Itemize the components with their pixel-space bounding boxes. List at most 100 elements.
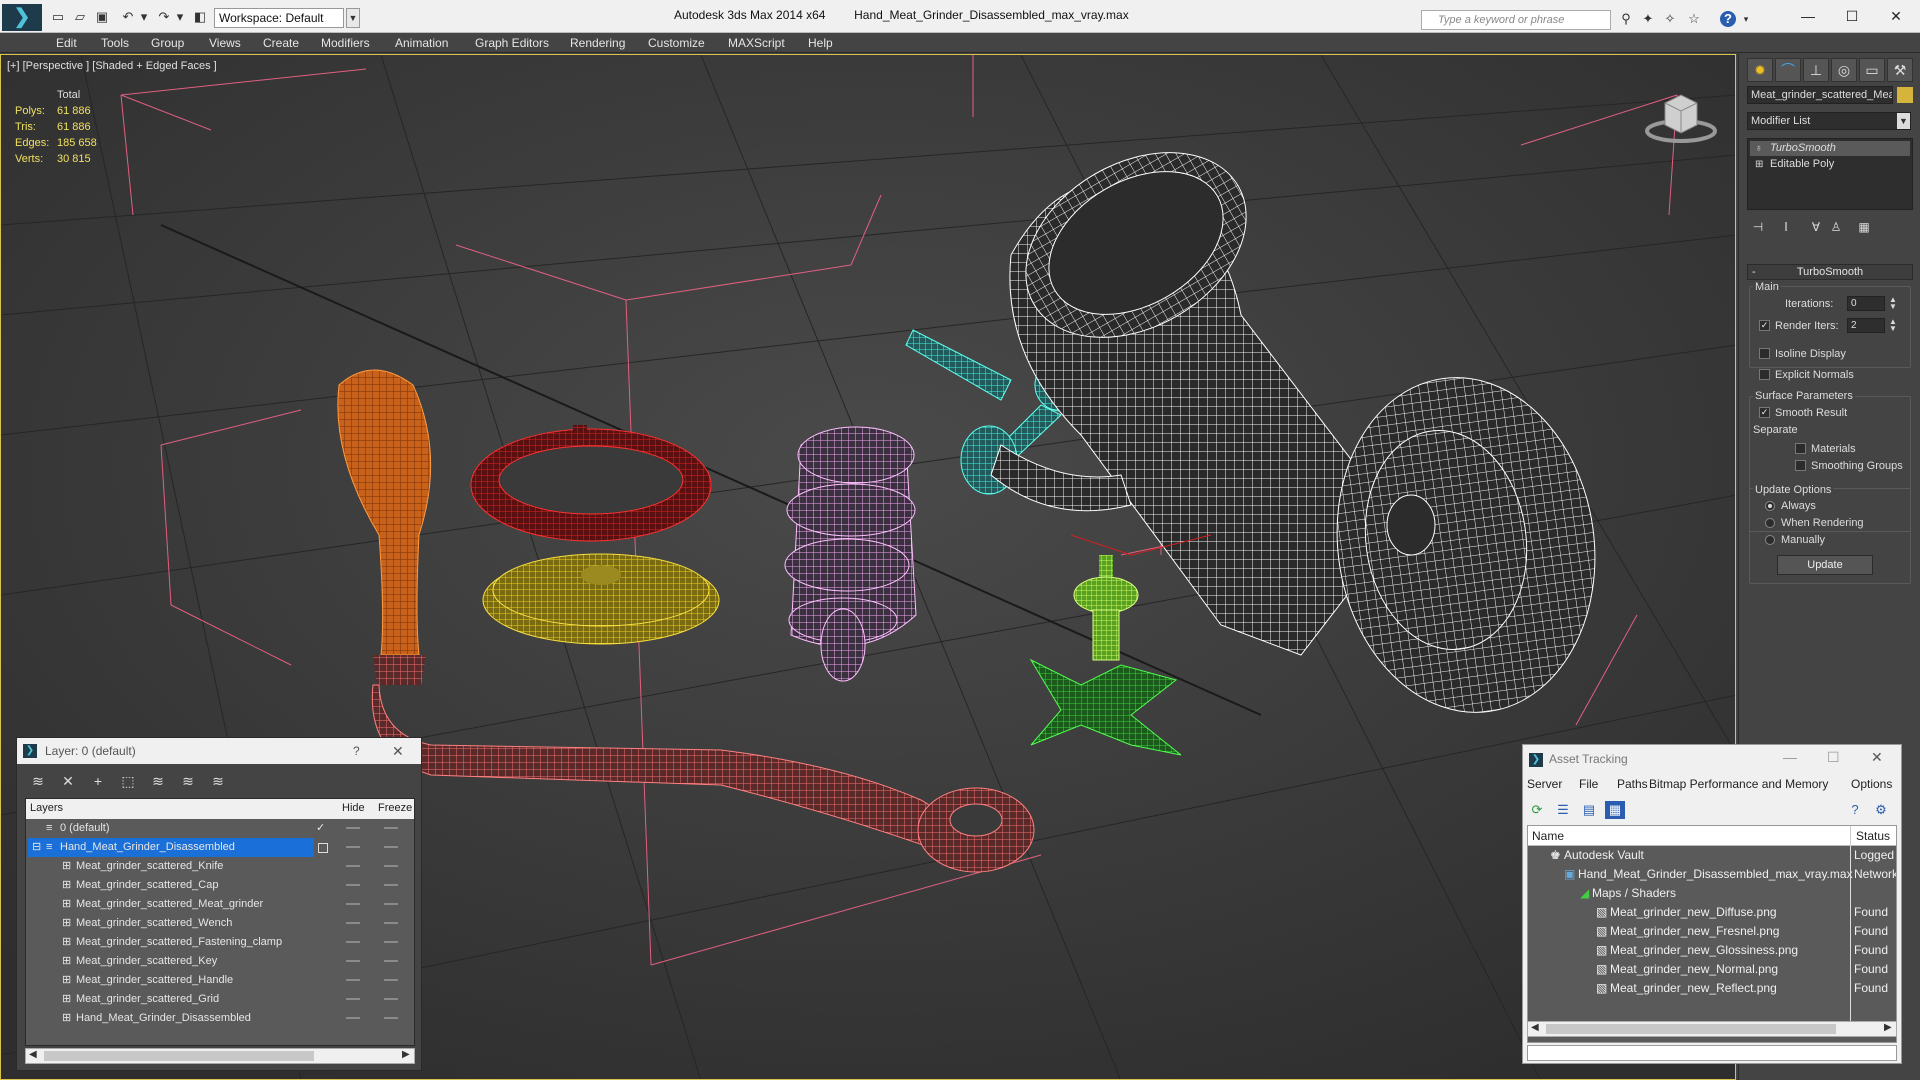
explicit-normals-checkbox[interactable] <box>1759 369 1770 380</box>
close-icon[interactable]: ✕ <box>1871 749 1883 766</box>
menu-file[interactable]: File <box>1579 777 1598 791</box>
menu-animation[interactable]: Animation <box>395 36 448 50</box>
manually-radio[interactable] <box>1765 535 1775 545</box>
column-freeze[interactable]: Freeze <box>378 802 412 814</box>
tree-view-icon[interactable]: ▤ <box>1579 801 1599 819</box>
asset-row[interactable]: ▧ Meat_grinder_new_Normal.png Found <box>1528 960 1896 979</box>
asset-row[interactable]: ▧ Meat_grinder_new_Glossiness.png Found <box>1528 941 1896 960</box>
modify-tab-icon[interactable]: ⌒ <box>1775 58 1801 82</box>
menu-bitmap-performance[interactable]: Bitmap Performance and Memory <box>1649 777 1828 791</box>
layer-horizontal-scrollbar[interactable]: ◀ ▶ <box>25 1048 415 1064</box>
app-logo-icon[interactable]: ❯ <box>2 4 42 31</box>
scroll-right-icon[interactable]: ▶ <box>402 1049 410 1060</box>
subscription-icon[interactable]: ✦ <box>1640 11 1656 27</box>
maximize-icon[interactable]: ☐ <box>1832 4 1872 28</box>
always-radio[interactable] <box>1765 501 1775 511</box>
expand-plus-icon[interactable]: ⊞ <box>1755 157 1763 172</box>
column-layers[interactable]: Layers <box>30 802 63 814</box>
isoline-display-checkbox[interactable] <box>1759 348 1770 359</box>
layer-row[interactable]: ⊞ Meat_grinder_scattered_Grid <box>26 990 414 1009</box>
column-status[interactable]: Status <box>1856 829 1890 843</box>
layer-row[interactable]: ⊞ Meat_grinder_scattered_Fastening_clamp <box>26 933 414 952</box>
hide-toggle[interactable] <box>346 846 360 848</box>
highlight-layer-icon[interactable]: ≋ <box>147 771 169 791</box>
layer-row[interactable]: ⊞ Meat_grinder_scattered_Handle <box>26 971 414 990</box>
menu-tools[interactable]: Tools <box>101 36 129 50</box>
select-objects-icon[interactable]: ⬚ <box>117 771 139 791</box>
menu-rendering[interactable]: Rendering <box>570 36 625 50</box>
redo-dropdown-icon[interactable]: ▾ <box>172 9 188 25</box>
redo-icon[interactable]: ↷ <box>156 9 172 25</box>
freeze-toggle[interactable] <box>384 941 398 943</box>
asset-path-field[interactable] <box>1527 1045 1897 1061</box>
motion-tab-icon[interactable]: ◎ <box>1831 58 1857 82</box>
collapse-minus-icon[interactable]: ⊟ <box>32 838 41 857</box>
help-dropdown-icon[interactable]: ▾ <box>1738 11 1754 27</box>
menu-options[interactable]: Options <box>1851 777 1892 791</box>
layer-row[interactable]: ≡ 0 (default) ✓ <box>26 819 414 838</box>
close-icon[interactable]: ✕ <box>1876 4 1916 28</box>
undo-icon[interactable]: ↶ <box>120 9 136 25</box>
freeze-toggle[interactable] <box>384 960 398 962</box>
settings-icon[interactable]: ⚙ <box>1871 801 1891 819</box>
menu-group[interactable]: Group <box>151 36 184 50</box>
hide-all-icon[interactable]: ≋ <box>177 771 199 791</box>
viewcube-icon[interactable] <box>1641 85 1721 145</box>
menu-server[interactable]: Server <box>1527 777 1562 791</box>
configure-sets-icon[interactable]: ▦ <box>1855 218 1873 236</box>
scroll-thumb[interactable] <box>1546 1024 1836 1034</box>
set-current-box[interactable] <box>318 843 328 853</box>
menu-modifiers[interactable]: Modifiers <box>321 36 370 50</box>
layer-row[interactable]: ⊞ Meat_grinder_scattered_Wench <box>26 914 414 933</box>
hide-toggle[interactable] <box>346 865 360 867</box>
list-view-icon[interactable]: ☰ <box>1553 801 1573 819</box>
menu-paths[interactable]: Paths <box>1617 777 1648 791</box>
new-file-icon[interactable]: ▭ <box>50 9 66 25</box>
open-file-icon[interactable]: ▱ <box>72 9 88 25</box>
close-icon[interactable]: ✕ <box>392 738 404 764</box>
hide-toggle[interactable] <box>346 998 360 1000</box>
help-icon[interactable]: ? <box>1845 801 1865 819</box>
layer-row[interactable]: ⊞ Meat_grinder_scattered_Cap <box>26 876 414 895</box>
smooth-result-checkbox[interactable]: ✓ <box>1759 407 1770 418</box>
modifier-list-dropdown[interactable]: Modifier List <box>1747 112 1911 130</box>
object-color-swatch[interactable] <box>1897 87 1913 103</box>
menu-help[interactable]: Help <box>808 36 833 50</box>
asset-row[interactable]: ▧ Meat_grinder_new_Fresnel.png Found <box>1528 922 1896 941</box>
utilities-tab-icon[interactable]: ⚒ <box>1887 58 1913 82</box>
smoothing-groups-checkbox[interactable] <box>1795 460 1806 471</box>
maximize-icon[interactable]: ☐ <box>1827 749 1840 766</box>
layer-row[interactable]: ⊞ Meat_grinder_scattered_Knife <box>26 857 414 876</box>
asset-row[interactable]: ▧ Meat_grinder_new_Diffuse.png Found <box>1528 903 1896 922</box>
chevron-down-icon[interactable]: ▼ <box>346 8 360 28</box>
layer-row[interactable]: ⊞ Hand_Meat_Grinder_Disassembled <box>26 1009 414 1028</box>
menu-graph-editors[interactable]: Graph Editors <box>475 36 549 50</box>
layers-icon[interactable]: ≋ <box>27 771 49 791</box>
freeze-toggle[interactable] <box>384 865 398 867</box>
freeze-toggle[interactable] <box>384 979 398 981</box>
refresh-icon[interactable]: ⟳ <box>1527 801 1547 819</box>
update-button[interactable]: Update <box>1777 555 1873 575</box>
show-end-result-icon[interactable]: Ⅰ <box>1777 218 1795 236</box>
table-view-icon[interactable]: ▦ <box>1605 801 1625 819</box>
freeze-all-icon[interactable]: ≋ <box>207 771 229 791</box>
menu-views[interactable]: Views <box>209 36 241 50</box>
communication-icon[interactable]: ✧ <box>1662 11 1678 27</box>
render-iters-checkbox[interactable]: ✓ <box>1759 320 1770 331</box>
freeze-toggle[interactable] <box>384 846 398 848</box>
project-folder-icon[interactable]: ◧ <box>192 9 208 25</box>
object-name-field[interactable]: Meat_grinder_scattered_Meat <box>1747 86 1893 104</box>
create-tab-icon[interactable]: ✹ <box>1747 58 1773 82</box>
iterations-spinner[interactable]: 0 <box>1847 296 1885 311</box>
column-name[interactable]: Name <box>1532 829 1564 843</box>
menu-create[interactable]: Create <box>263 36 299 50</box>
scroll-left-icon[interactable]: ◀ <box>1531 1022 1539 1033</box>
scroll-left-icon[interactable]: ◀ <box>29 1049 37 1060</box>
help-button[interactable]: ? <box>353 738 360 764</box>
pin-stack-icon[interactable]: ⊣ <box>1749 218 1767 236</box>
freeze-toggle[interactable] <box>384 903 398 905</box>
asset-row[interactable]: ▣ Hand_Meat_Grinder_Disassembled_max_vra… <box>1528 865 1896 884</box>
minimize-icon[interactable]: — <box>1783 749 1797 765</box>
materials-checkbox[interactable] <box>1795 443 1806 454</box>
hierarchy-tab-icon[interactable]: ⊥ <box>1803 58 1829 82</box>
